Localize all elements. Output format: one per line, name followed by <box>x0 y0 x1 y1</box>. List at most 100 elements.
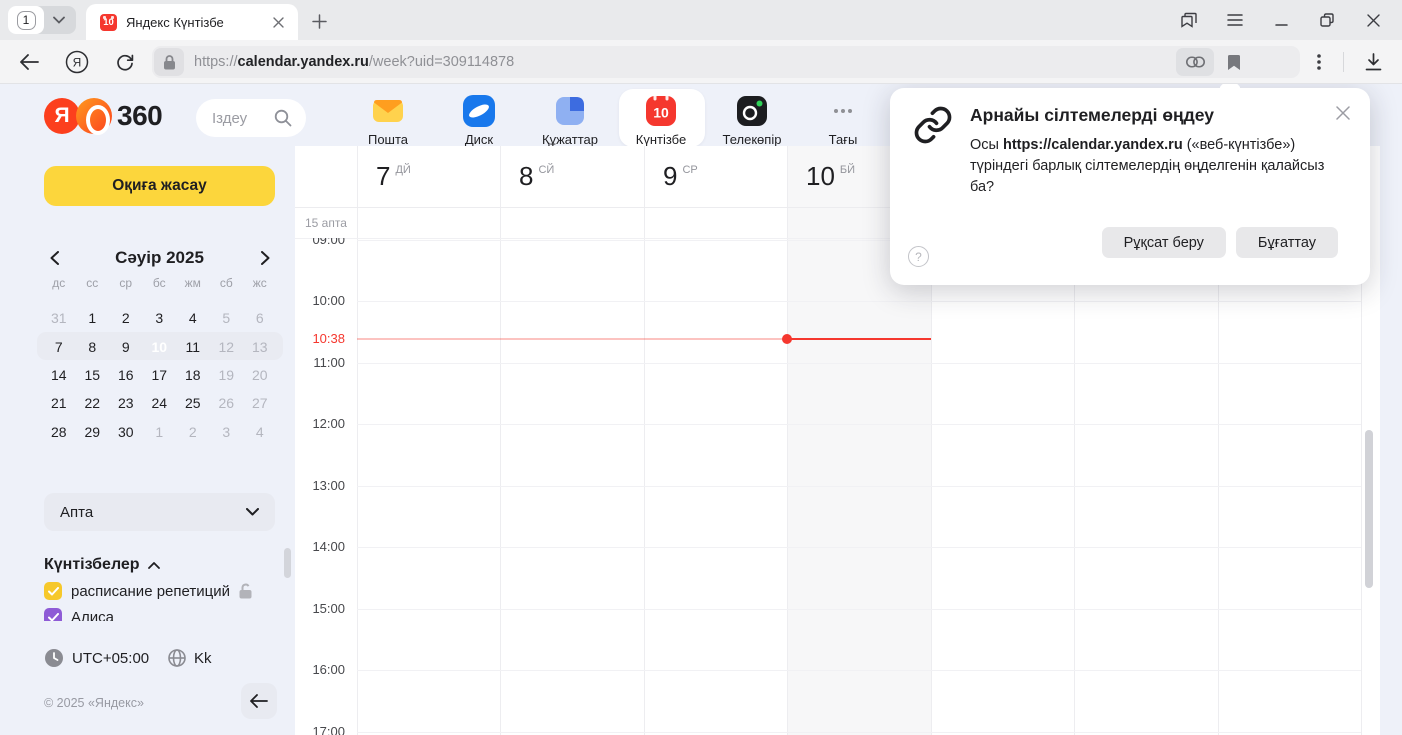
mini-calendar-day[interactable]: 14 <box>42 361 76 389</box>
mini-calendar-day[interactable]: 21 <box>42 389 76 417</box>
disk-icon <box>461 93 497 129</box>
search-box[interactable] <box>196 99 306 137</box>
calendar-scrollbar[interactable] <box>1365 430 1373 588</box>
mini-calendar-day[interactable]: 24 <box>143 389 177 417</box>
language-row[interactable]: Kk <box>168 646 212 670</box>
create-event-button[interactable]: Оқиға жасау <box>44 166 275 206</box>
service-disk[interactable]: Диск <box>443 93 515 147</box>
mini-calendar-day[interactable]: 2 <box>176 418 210 446</box>
mini-calendar-day[interactable]: 3 <box>210 418 244 446</box>
mini-calendar-day[interactable]: 27 <box>243 389 277 417</box>
mini-calendar-day[interactable]: 18 <box>176 361 210 389</box>
mini-calendar-day[interactable]: 29 <box>76 418 110 446</box>
mini-calendar-day[interactable]: 31 <box>42 304 76 332</box>
day-header-tue[interactable]: 8 СЙ <box>500 146 643 207</box>
yandex-zen-icon[interactable]: Я <box>62 47 92 77</box>
mini-calendar-day[interactable]: 25 <box>176 389 210 417</box>
timezone-row[interactable]: UTC+05:00 <box>44 646 149 670</box>
new-tab-button[interactable] <box>306 8 332 34</box>
block-button[interactable]: Бұғаттау <box>1236 227 1338 258</box>
address-bar[interactable]: https://calendar.yandex.ru/week?uid=3091… <box>152 46 1300 78</box>
mini-calendar-day[interactable]: 23 <box>109 389 143 417</box>
service-telemost[interactable]: Телекөпір <box>716 93 788 147</box>
mini-calendar-day[interactable]: 8 <box>76 332 110 360</box>
mini-calendar-day[interactable]: 3 <box>143 304 177 332</box>
mini-calendar-day[interactable]: 28 <box>42 418 76 446</box>
mini-calendar-day[interactable]: 22 <box>76 389 110 417</box>
mini-calendar-title: Сәуір 2025 <box>115 248 204 268</box>
popup-close-icon[interactable] <box>1332 102 1354 124</box>
service-documents[interactable]: Құжаттар <box>534 93 606 147</box>
more-options-icon[interactable] <box>1308 47 1330 77</box>
calendars-heading[interactable]: Күнтізбелер <box>0 552 280 578</box>
browser-toolbar: Я https://calendar.yandex.ru/week?uid=30… <box>0 40 1402 84</box>
back-icon[interactable] <box>14 47 44 77</box>
service-calendar[interactable]: 10 Күнтізбе <box>625 93 697 147</box>
mini-calendar-day[interactable]: 12 <box>210 332 244 360</box>
mini-calendar-day[interactable]: 26 <box>210 389 244 417</box>
sidebar-scrollbar[interactable] <box>284 548 291 578</box>
mini-calendar-day[interactable]: 9 <box>109 332 143 360</box>
refresh-icon[interactable] <box>110 47 140 77</box>
lock-icon[interactable] <box>154 48 184 76</box>
yandex-360-logo[interactable]: Я 360 <box>44 98 162 134</box>
mini-calendar-day[interactable]: 16 <box>109 361 143 389</box>
more-dots-icon <box>825 93 861 129</box>
mini-calendar-day[interactable]: 4 <box>243 418 277 446</box>
chevron-down-icon <box>246 508 259 516</box>
search-icon <box>274 109 292 127</box>
special-links-icon[interactable] <box>1176 48 1214 76</box>
day-header-mon[interactable]: 7 ДЙ <box>357 146 500 207</box>
next-month-icon[interactable] <box>255 248 275 268</box>
search-input[interactable] <box>212 110 274 127</box>
tab-favicon-calendar-icon: 10 <box>100 14 117 31</box>
calendars-list: расписание репетиций Алиса <box>0 578 280 621</box>
side-panels-icon[interactable] <box>1166 6 1212 34</box>
mini-calendar-day[interactable]: 1 <box>76 304 110 332</box>
downloads-icon[interactable] <box>1358 47 1388 77</box>
mini-calendar-day[interactable]: 20 <box>243 361 277 389</box>
browser-tab[interactable]: 10 Яндекс Күнтізбе <box>86 4 298 40</box>
mail-icon <box>370 93 406 129</box>
minimize-icon[interactable] <box>1258 6 1304 34</box>
mini-calendar-day[interactable]: 13 <box>243 332 277 360</box>
close-window-icon[interactable] <box>1350 6 1396 34</box>
tab-title: Яндекс Күнтізбе <box>126 15 268 30</box>
chevron-down-icon[interactable] <box>44 6 74 34</box>
mini-calendar-day[interactable]: 17 <box>143 361 177 389</box>
day-header-wed[interactable]: 9 СР <box>644 146 787 207</box>
mini-calendar-day[interactable]: 30 <box>109 418 143 446</box>
bookmark-icon[interactable] <box>1218 48 1250 76</box>
calendar-list-item[interactable]: Алиса <box>0 604 280 621</box>
mini-calendar-day[interactable]: 6 <box>243 304 277 332</box>
time-grid[interactable]: 10:38 09:0010:0011:0012:0013:0014:0015:0… <box>295 238 1380 735</box>
mini-calendar-today[interactable]: 10 <box>143 332 177 360</box>
hour-line <box>357 486 1361 487</box>
mini-calendar-day[interactable]: 5 <box>210 304 244 332</box>
allow-button[interactable]: Рұқсат беру <box>1102 227 1226 258</box>
service-mail[interactable]: Пошта <box>352 93 424 147</box>
view-selector[interactable]: Апта <box>44 493 275 531</box>
help-icon[interactable]: ? <box>908 246 929 267</box>
tab-close-icon[interactable] <box>268 12 288 32</box>
maximize-icon[interactable] <box>1304 6 1350 34</box>
mini-calendar-day[interactable]: 2 <box>109 304 143 332</box>
calendar-checkbox[interactable] <box>44 582 62 600</box>
mini-calendar-day[interactable]: 4 <box>176 304 210 332</box>
mini-calendar-day[interactable]: 15 <box>76 361 110 389</box>
calendar-list-item[interactable]: расписание репетиций <box>0 578 280 604</box>
calendar-checkbox[interactable] <box>44 608 62 621</box>
service-more[interactable]: Тағы <box>807 93 879 147</box>
collapse-sidebar-button[interactable] <box>241 683 277 719</box>
clock-icon <box>44 648 64 668</box>
week-number-label: 15 апта <box>305 207 347 238</box>
tab-group-button[interactable]: 1 <box>8 6 76 34</box>
mini-calendar-day[interactable]: 19 <box>210 361 244 389</box>
mini-calendar-day[interactable]: 7 <box>42 332 76 360</box>
menu-icon[interactable] <box>1212 6 1258 34</box>
prev-month-icon[interactable] <box>44 248 64 268</box>
popup-arrow <box>1219 84 1242 99</box>
calendar-name: расписание репетиций <box>71 583 230 600</box>
mini-calendar-day[interactable]: 11 <box>176 332 210 360</box>
mini-calendar-day[interactable]: 1 <box>143 418 177 446</box>
